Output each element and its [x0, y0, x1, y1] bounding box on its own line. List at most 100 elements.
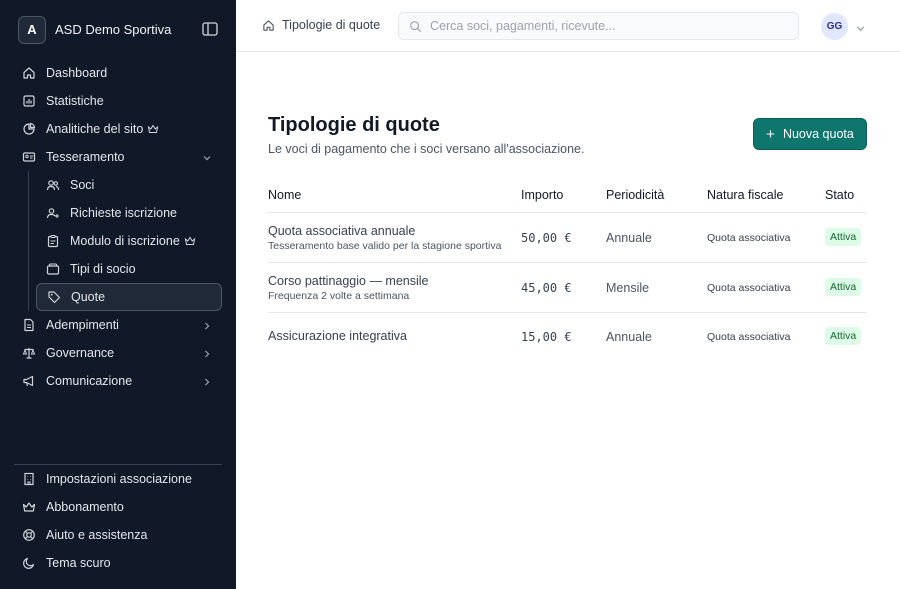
building-icon — [22, 472, 36, 486]
chevron-down-icon — [202, 152, 212, 162]
sidebar-item-label: Statistiche — [46, 94, 104, 108]
quota-amount: 15,00 € — [521, 330, 572, 344]
sidebar-item-tipi-socio[interactable]: Tipi di socio — [36, 255, 222, 283]
sidebar-toggle-icon[interactable] — [202, 22, 218, 36]
plus-icon: + — [766, 125, 775, 143]
breadcrumb: Tipologie di quote — [262, 18, 380, 32]
quota-description: Frequenza 2 volte a settimana — [268, 290, 410, 302]
table-row[interactable]: Assicurazione integrativa 15,00 € Annual… — [268, 313, 867, 363]
search-input[interactable] — [430, 19, 770, 33]
quota-period: Annuale — [606, 330, 652, 344]
sidebar-item-label: Soci — [70, 178, 95, 192]
tag-icon — [47, 290, 61, 304]
quota-description: Tesseramento base valido per la stagione… — [268, 240, 502, 252]
scale-icon — [22, 346, 36, 360]
tesseramento-subnav: Soci Richieste iscrizione Modulo di iscr… — [28, 171, 222, 311]
sidebar-item-impostazioni[interactable]: Impostazioni associazione — [14, 465, 222, 493]
sidebar: A ASD Demo Sportiva Dashboard Statistich… — [0, 0, 236, 589]
user-avatar[interactable]: GG — [821, 13, 848, 40]
search-bar[interactable] — [398, 12, 799, 40]
sidebar-item-analitiche[interactable]: Analitiche del sito — [14, 115, 222, 143]
lifebuoy-icon — [22, 528, 36, 542]
sidebar-item-abbonamento[interactable]: Abbonamento — [14, 493, 222, 521]
sidebar-item-label: Comunicazione — [46, 374, 133, 388]
cell-nome: Assicurazione integrativa — [268, 329, 407, 343]
page-subtitle: Le voci di pagamento che i soci versano … — [268, 142, 585, 156]
quota-period: Mensile — [606, 281, 650, 295]
org-name: ASD Demo Sportiva — [55, 22, 172, 37]
quota-period: Annuale — [606, 231, 652, 245]
quota-name: Quota associativa annuale — [268, 224, 416, 238]
clipboard-icon — [46, 234, 60, 248]
sidebar-item-soci[interactable]: Soci — [36, 171, 222, 199]
table-row[interactable]: Quota associativa annuale Tesseramento b… — [268, 213, 867, 263]
sidebar-item-label: Tesseramento — [46, 150, 125, 164]
page-title: Tipologie di quote — [268, 114, 440, 136]
sidebar-item-label: Tipi di socio — [70, 262, 136, 276]
quota-name: Assicurazione integrativa — [268, 329, 407, 343]
quota-amount: 45,00 € — [521, 281, 572, 295]
wallet-icon — [46, 262, 60, 276]
sidebar-item-label: Quote — [71, 290, 106, 304]
sidebar-item-label: Abbonamento — [46, 500, 124, 514]
column-header-periodicita[interactable]: Periodicità — [606, 188, 664, 202]
sidebar-item-label: Analitiche del sito — [46, 122, 144, 136]
quota-nature: Quota associativa — [707, 232, 791, 244]
sidebar-item-tema-scuro[interactable]: Tema scuro — [14, 549, 222, 577]
chevron-right-icon — [202, 348, 212, 358]
sidebar-item-label: Tema scuro — [46, 556, 111, 570]
home-icon[interactable] — [262, 19, 275, 32]
home-icon — [22, 66, 36, 80]
column-header-natura[interactable]: Natura fiscale — [707, 188, 783, 202]
sidebar-item-quote[interactable]: Quote — [36, 283, 222, 311]
new-quota-label: Nuova quota — [782, 127, 854, 141]
sidebar-item-governance[interactable]: Governance — [14, 339, 222, 367]
sidebar-nav: Dashboard Statistiche Analitiche del sit… — [14, 59, 222, 395]
moon-icon — [22, 556, 36, 570]
status-badge: Attiva — [825, 327, 862, 345]
crown-icon — [147, 123, 159, 135]
chevron-down-icon[interactable] — [855, 21, 866, 32]
column-header-nome[interactable]: Nome — [268, 188, 301, 202]
org-switcher[interactable]: A ASD Demo Sportiva — [18, 15, 218, 44]
sidebar-footer: Impostazioni associazione Abbonamento Ai… — [14, 464, 222, 577]
users-icon — [46, 178, 60, 192]
sidebar-item-dashboard[interactable]: Dashboard — [14, 59, 222, 87]
sidebar-item-tesseramento[interactable]: Tesseramento — [14, 143, 222, 171]
pie-chart-icon — [22, 122, 36, 136]
table-header: Nome Importo Periodicità Natura fiscale … — [268, 176, 867, 213]
table-row[interactable]: Corso pattinaggio — mensile Frequenza 2 … — [268, 263, 867, 313]
column-header-stato[interactable]: Stato — [825, 188, 854, 202]
sidebar-item-label: Governance — [46, 346, 115, 360]
org-avatar: A — [18, 15, 46, 44]
cell-nome: Corso pattinaggio — mensile Frequenza 2 … — [268, 274, 429, 302]
sidebar-item-adempimenti[interactable]: Adempimenti — [14, 311, 222, 339]
sidebar-item-label: Richieste iscrizione — [70, 206, 177, 220]
chevron-right-icon — [202, 320, 212, 330]
sidebar-item-statistiche[interactable]: Statistiche — [14, 87, 222, 115]
quota-nature: Quota associativa — [707, 282, 791, 294]
document-icon — [22, 318, 36, 332]
quota-name: Corso pattinaggio — mensile — [268, 274, 429, 288]
search-icon — [409, 20, 422, 33]
user-plus-icon — [46, 206, 60, 220]
status-badge: Attiva — [825, 228, 862, 246]
sidebar-item-label: Dashboard — [46, 66, 108, 80]
status-badge: Attiva — [825, 278, 862, 296]
new-quota-button[interactable]: + Nuova quota — [753, 118, 867, 150]
sidebar-item-aiuto[interactable]: Aiuto e assistenza — [14, 521, 222, 549]
chart-icon — [22, 94, 36, 108]
quota-amount: 50,00 € — [521, 231, 572, 245]
sidebar-item-richieste[interactable]: Richieste iscrizione — [36, 199, 222, 227]
cell-nome: Quota associativa annuale Tesseramento b… — [268, 224, 501, 252]
breadcrumb-current: Tipologie di quote — [282, 18, 381, 32]
column-header-importo[interactable]: Importo — [521, 188, 563, 202]
crown-icon — [184, 235, 196, 247]
chevron-right-icon — [202, 376, 212, 386]
sidebar-item-comunicazione[interactable]: Comunicazione — [14, 367, 222, 395]
megaphone-icon — [22, 374, 36, 388]
quota-nature: Quota associativa — [707, 331, 791, 343]
crown-icon — [22, 500, 36, 514]
sidebar-item-modulo[interactable]: Modulo di iscrizione — [36, 227, 222, 255]
id-card-icon — [22, 150, 36, 164]
